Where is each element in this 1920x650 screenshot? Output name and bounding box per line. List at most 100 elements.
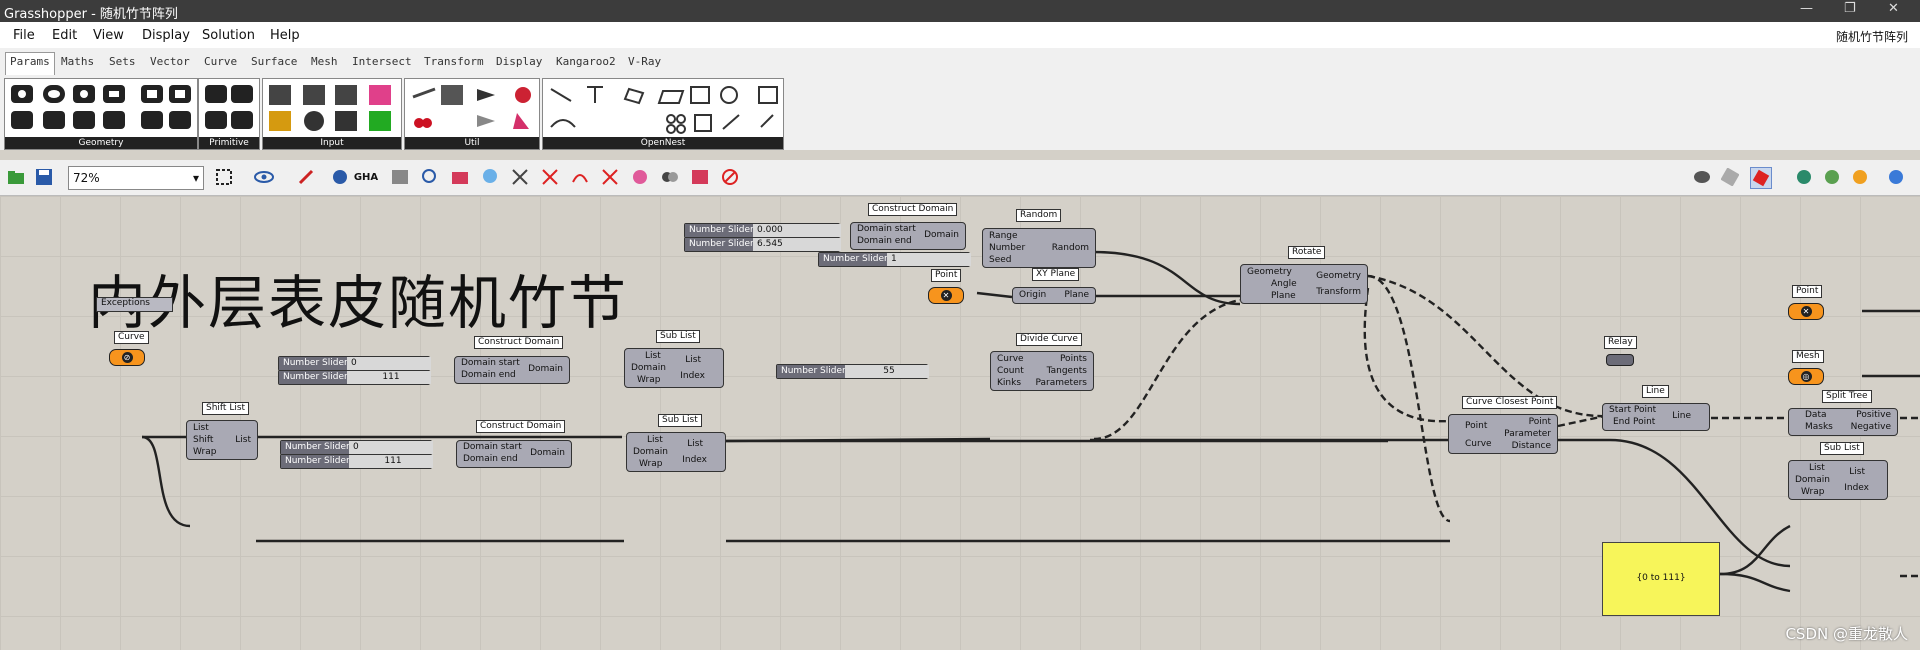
- display-globe-icon[interactable]: [1822, 167, 1842, 187]
- xy-plane-component[interactable]: Origin Plane: [1012, 287, 1096, 304]
- sub-list-component[interactable]: List Domain Wrap List Index: [624, 348, 724, 388]
- display-mode-icon[interactable]: [1794, 167, 1814, 187]
- tab-sets[interactable]: Sets: [109, 55, 136, 68]
- panel-component[interactable]: {0 to 111}: [1602, 542, 1720, 616]
- sketch-pen-icon[interactable]: [296, 167, 316, 187]
- number-slider[interactable]: Number Slider 0: [280, 440, 433, 455]
- curve-param[interactable]: ⊘: [109, 349, 145, 366]
- preview-shaded-icon[interactable]: [1692, 167, 1712, 187]
- shift-list-component[interactable]: List Shift Wrap List: [186, 420, 258, 460]
- util-icons[interactable]: [405, 79, 539, 135]
- menu-view[interactable]: View: [93, 28, 124, 43]
- split-tree-title: Split Tree: [1822, 390, 1872, 403]
- number-slider[interactable]: Number Slider 0: [278, 356, 431, 371]
- curve-closest-point-component[interactable]: Point Curve Point Parameter Distance: [1448, 414, 1558, 454]
- wire-display-icon[interactable]: [510, 167, 530, 187]
- zoom-select[interactable]: 72% ▾: [68, 166, 204, 190]
- ribbon-group-geometry-label: Geometry: [5, 137, 197, 149]
- menu-edit[interactable]: Edit: [52, 28, 77, 43]
- point-param[interactable]: ✕: [928, 287, 964, 304]
- relay-component[interactable]: [1606, 354, 1634, 366]
- zoom-extents-icon[interactable]: [214, 167, 234, 187]
- divide-curve-component[interactable]: Curve Count Kinks Points Tangents Parame…: [990, 351, 1094, 391]
- menu-help[interactable]: Help: [270, 28, 300, 43]
- point-param[interactable]: ✕: [1788, 303, 1824, 320]
- grasshopper-canvas[interactable]: 内外层表皮随机竹节 Exceptions Curve ⊘ Number Slid…: [0, 196, 1920, 650]
- tab-vray[interactable]: V-Ray: [628, 55, 661, 68]
- opennest-icons[interactable]: [543, 79, 783, 135]
- display-color-icon[interactable]: [1850, 167, 1870, 187]
- wire-icon[interactable]: [570, 167, 590, 187]
- number-slider[interactable]: Number Slider 0.000: [684, 223, 841, 238]
- random-component[interactable]: Range Number Seed Random: [982, 228, 1096, 268]
- number-slider[interactable]: Number Slider 6.545: [684, 237, 841, 252]
- split-tree-component[interactable]: Data Masks Positive Negative: [1788, 408, 1898, 436]
- tab-display[interactable]: Display: [496, 55, 542, 68]
- tab-vector[interactable]: Vector: [150, 55, 190, 68]
- curve-icon: ⊘: [121, 352, 133, 363]
- tab-curve[interactable]: Curve: [204, 55, 237, 68]
- image-icon[interactable]: [390, 167, 410, 187]
- construct-domain-component[interactable]: Domain start Domain end Domain: [456, 440, 572, 468]
- menu-file[interactable]: File: [13, 28, 35, 43]
- tab-transform[interactable]: Transform: [424, 55, 484, 68]
- number-slider[interactable]: Number Slider 1: [818, 252, 971, 267]
- geometry-icons[interactable]: [5, 79, 197, 135]
- sub-list-title: Sub List: [658, 414, 702, 427]
- circle-target-icon[interactable]: [630, 167, 650, 187]
- construct-domain-title: Construct Domain: [474, 336, 564, 349]
- restore-icon[interactable]: ❐: [1844, 1, 1856, 16]
- display-sphere-icon[interactable]: [1886, 167, 1906, 187]
- preview-eye-icon[interactable]: [254, 167, 274, 187]
- tab-surface[interactable]: Surface: [251, 55, 297, 68]
- wire-cross-icon[interactable]: [600, 167, 620, 187]
- number-slider[interactable]: Number Slider 111: [278, 370, 431, 385]
- open-file-icon[interactable]: [6, 167, 26, 187]
- point-label: Point: [931, 269, 962, 282]
- primitive-icons[interactable]: [199, 79, 259, 135]
- gha-icon[interactable]: GHA: [354, 167, 378, 187]
- line-component[interactable]: Start Point End Point Line: [1602, 403, 1710, 431]
- menu-display[interactable]: Display: [142, 28, 190, 43]
- mesh-label: Mesh: [1792, 350, 1824, 363]
- ribbon-group-input: Input: [262, 78, 402, 150]
- construct-domain-component[interactable]: Domain start Domain end Domain: [850, 222, 966, 250]
- close-icon[interactable]: ✕: [1888, 1, 1899, 16]
- tab-kangaroo2[interactable]: Kangaroo2: [556, 55, 616, 68]
- bake-icon[interactable]: [450, 167, 470, 187]
- mesh-param[interactable]: ◎: [1788, 368, 1824, 385]
- number-slider[interactable]: Number Slider 55: [776, 364, 929, 379]
- tab-params[interactable]: Params: [5, 52, 55, 75]
- find-icon[interactable]: [420, 167, 440, 187]
- random-title: Random: [1016, 209, 1062, 222]
- disable-icon[interactable]: [720, 167, 740, 187]
- shift-list-title: Shift List: [202, 402, 250, 415]
- disable-wire-icon[interactable]: [540, 167, 560, 187]
- zoom-value: 72%: [73, 171, 100, 185]
- window-title: Grasshopper - 随机竹节阵列: [4, 7, 178, 22]
- menu-solution[interactable]: Solution: [202, 28, 255, 43]
- exceptions-component[interactable]: Exceptions: [96, 297, 173, 312]
- rhino-icon[interactable]: [330, 167, 350, 187]
- bulb-icon[interactable]: [480, 167, 500, 187]
- construct-domain-component[interactable]: Domain start Domain end Domain: [454, 356, 570, 384]
- tab-intersect[interactable]: Intersect: [352, 55, 412, 68]
- preview-selected-icon[interactable]: [1750, 167, 1772, 189]
- preview-wire-icon[interactable]: [1720, 167, 1740, 187]
- chevron-down-icon: ▾: [192, 171, 199, 185]
- grid-calendar-icon[interactable]: [690, 167, 710, 187]
- title-bar: Grasshopper - 随机竹节阵列 — ❐ ✕: [0, 0, 1920, 22]
- cluster-icon[interactable]: [660, 167, 680, 187]
- tab-maths[interactable]: Maths: [61, 55, 94, 68]
- sub-list-component[interactable]: List Domain Wrap List Index: [1788, 460, 1888, 500]
- input-icons[interactable]: [263, 79, 401, 135]
- save-file-icon[interactable]: [34, 167, 54, 187]
- menu-bar: File Edit View Display Solution Help 随机竹…: [0, 22, 1920, 48]
- sub-list-title: Sub List: [656, 330, 700, 343]
- rotate-component[interactable]: Geometry Angle Plane Geometry Transform: [1240, 264, 1368, 304]
- tab-mesh[interactable]: Mesh: [311, 55, 338, 68]
- number-slider[interactable]: Number Slider 111: [280, 454, 433, 469]
- divide-curve-title: Divide Curve: [1016, 333, 1082, 346]
- sub-list-component[interactable]: List Domain Wrap List Index: [626, 432, 726, 472]
- minimize-icon[interactable]: —: [1800, 1, 1813, 16]
